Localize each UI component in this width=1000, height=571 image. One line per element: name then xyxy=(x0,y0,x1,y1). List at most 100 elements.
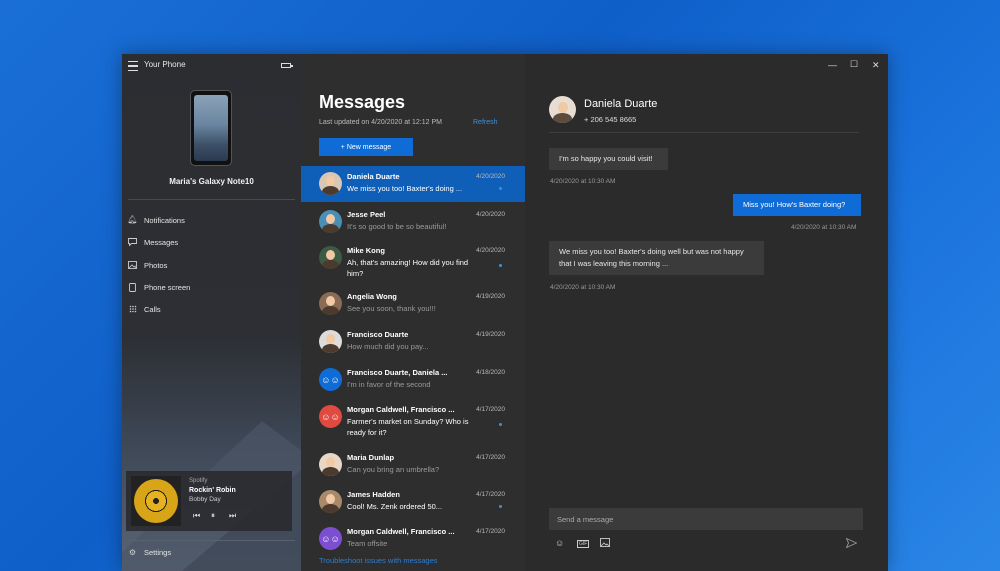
divider xyxy=(128,199,295,200)
divider xyxy=(549,132,859,133)
contact-phone: + 206 545 8665 xyxy=(584,115,637,124)
dialpad-icon xyxy=(128,305,137,314)
conversation-date: 4/20/2020 xyxy=(476,247,505,254)
conversation-preview: Farmer's market on Sunday? Who is ready … xyxy=(347,417,469,437)
your-phone-window: Your Phone Maria's Galaxy Note10 🔔︎ Noti… xyxy=(122,54,888,571)
previous-track-icon[interactable]: ⏮︎ xyxy=(193,511,200,521)
conversation-preview: Cool! Ms. Zenk ordered 50... xyxy=(347,502,443,511)
conversation-preview: It's so good to be so beautiful! xyxy=(347,222,447,231)
sidebar-item-label: Photos xyxy=(144,260,168,270)
emoji-icon[interactable]: ☺ xyxy=(555,538,564,548)
chat-icon xyxy=(128,238,137,247)
conversation-date: 4/20/2020 xyxy=(476,211,505,218)
conversation-list-item[interactable]: James Hadden 4/17/2020 Cool! Ms. Zenk orde… xyxy=(301,484,525,520)
conversation-date: 4/19/2020 xyxy=(476,331,505,338)
message-bubble-incoming: I'm so happy you could visit! xyxy=(549,148,668,170)
conversation-date: 4/17/2020 xyxy=(476,491,505,498)
conversation-name: Morgan Caldwell, Francisco ... xyxy=(347,405,455,414)
hamburger-menu-icon[interactable] xyxy=(128,61,138,71)
message-list-pane: Messages Last updated on 4/20/2020 at 12… xyxy=(301,54,525,571)
maximize-icon[interactable]: ☐ xyxy=(850,59,858,70)
message-timestamp: 4/20/2020 at 10:30 AM xyxy=(791,224,857,231)
conversation-list-item[interactable]: Jesse Peel 4/20/2020 It's so good to be so… xyxy=(301,204,525,240)
album-art xyxy=(131,476,181,526)
troubleshoot-link[interactable]: Troubleshoot issues with messages xyxy=(319,556,438,565)
conversation-name: Francisco Duarte, Daniela ... xyxy=(347,368,448,377)
minimize-icon[interactable]: — xyxy=(828,60,837,70)
phone-screen-icon xyxy=(128,282,137,292)
sidebar: Your Phone Maria's Galaxy Note10 🔔︎ Noti… xyxy=(122,54,301,571)
next-track-icon[interactable]: ⏭︎ xyxy=(229,511,236,521)
conversation-preview: Can you bring an umbrella? xyxy=(347,465,440,474)
group-avatar-icon: ☺☺ xyxy=(319,368,342,391)
battery-icon xyxy=(281,63,293,68)
conversation-list-item[interactable]: Francisco Duarte 4/19/2020 How much did yo… xyxy=(301,324,525,360)
sidebar-item-label: Messages xyxy=(144,237,179,247)
media-player: Spotify Rockin' Robin Bobby Day ⏮︎ ⏸︎ ⏭︎ xyxy=(126,471,292,531)
conversation-list-item[interactable]: ☺☺ Morgan Caldwell, Francisco ... 4/17/202… xyxy=(301,399,525,445)
conversation-name: Morgan Caldwell, Francisco ... xyxy=(347,527,455,536)
avatar xyxy=(319,172,342,195)
conversation-list-item[interactable]: ☺☺ Francisco Duarte, Daniela ... 4/18/2020… xyxy=(301,362,525,398)
song-title: Rockin' Robin xyxy=(189,487,236,494)
phone-image xyxy=(190,90,232,166)
conversation-list-item[interactable]: Mike Kong 4/20/2020 Ah, that's amazing! Ho… xyxy=(301,240,525,286)
settings-button[interactable]: ⚙︎ Settings xyxy=(128,548,171,557)
avatar xyxy=(319,453,342,476)
settings-label: Settings xyxy=(144,548,172,557)
conversation-name: Daniela Duarte xyxy=(347,172,400,181)
sidebar-item-label: Phone screen xyxy=(144,282,191,292)
group-avatar-icon: ☺☺ xyxy=(319,405,342,428)
sidebar-item-photos[interactable]: Photos xyxy=(128,256,295,274)
conversation-date: 4/20/2020 xyxy=(476,173,505,180)
unread-dot xyxy=(499,187,502,190)
message-bubble-outgoing: Miss you! How's Baxter doing? xyxy=(733,194,861,216)
device-name: Maria's Galaxy Note10 xyxy=(169,177,254,186)
conversation-name: Angelia Wong xyxy=(347,292,397,301)
sidebar-item-calls[interactable]: Calls xyxy=(128,300,295,318)
conversation-preview: We miss you too! Baxter's doing ... xyxy=(347,184,463,193)
send-message-input[interactable] xyxy=(549,508,863,530)
conversation-list-item[interactable]: Angelia Wong 4/19/2020 See you soon, thank… xyxy=(301,286,525,322)
photo-icon xyxy=(128,261,137,270)
conversation-preview: See you soon, thank you!!! xyxy=(347,304,436,313)
sidebar-item-phone-screen[interactable]: Phone screen xyxy=(128,278,295,296)
avatar xyxy=(319,330,342,353)
unread-dot xyxy=(499,423,502,426)
conversation-name: Francisco Duarte xyxy=(347,330,409,339)
conversation-date: 4/18/2020 xyxy=(476,369,505,376)
media-source: Spotify xyxy=(189,478,208,484)
conversation-name: James Hadden xyxy=(347,490,400,499)
bell-icon: 🔔︎ xyxy=(127,215,138,224)
unread-dot xyxy=(499,264,502,267)
conversation-list-item[interactable]: Maria Dunlap 4/17/2020 Can you bring an um… xyxy=(301,447,525,483)
divider xyxy=(128,540,295,541)
message-timestamp: 4/20/2020 at 10:30 AM xyxy=(550,284,616,291)
pause-icon[interactable]: ⏸︎ xyxy=(211,511,215,521)
sidebar-item-messages[interactable]: Messages xyxy=(128,233,295,251)
group-avatar-icon: ☺☺ xyxy=(319,527,342,550)
sidebar-item-notifications[interactable]: 🔔︎ Notifications xyxy=(127,211,295,229)
conversation-preview: I'm in favor of the second xyxy=(347,380,431,389)
conversation-preview: Team offsite xyxy=(347,539,388,548)
conversation-date: 4/17/2020 xyxy=(476,454,505,461)
contact-name: Daniela Duarte xyxy=(584,98,658,110)
close-icon[interactable]: ✕ xyxy=(872,60,880,71)
message-bubble-incoming: We miss you too! Baxter's doing well but… xyxy=(549,241,764,275)
send-icon[interactable] xyxy=(845,537,858,550)
new-message-button[interactable]: + New message xyxy=(319,138,413,156)
conversation-list-item[interactable]: Daniela Duarte 4/20/2020 We miss you too! … xyxy=(301,166,525,202)
conversation-list-item[interactable]: ☺☺ Morgan Caldwell, Francisco ... 4/17/202… xyxy=(301,521,525,557)
sidebar-item-label: Calls xyxy=(144,304,161,314)
conversation-pane: — ☐ ✕ Daniela Duarte + 206 545 8665 I'm … xyxy=(525,54,888,571)
avatar xyxy=(319,490,342,513)
image-icon[interactable] xyxy=(600,538,610,549)
conversation-date: 4/17/2020 xyxy=(476,406,505,413)
gear-icon: ⚙︎ xyxy=(128,547,137,557)
refresh-link[interactable]: Refresh xyxy=(473,119,498,126)
conversation-preview: Ah, that's amazing! How did you find him… xyxy=(347,258,469,278)
contact-avatar xyxy=(549,96,576,123)
gif-button[interactable]: GIF xyxy=(577,540,590,548)
sidebar-item-label: Notifications xyxy=(144,215,185,225)
avatar xyxy=(319,210,342,233)
